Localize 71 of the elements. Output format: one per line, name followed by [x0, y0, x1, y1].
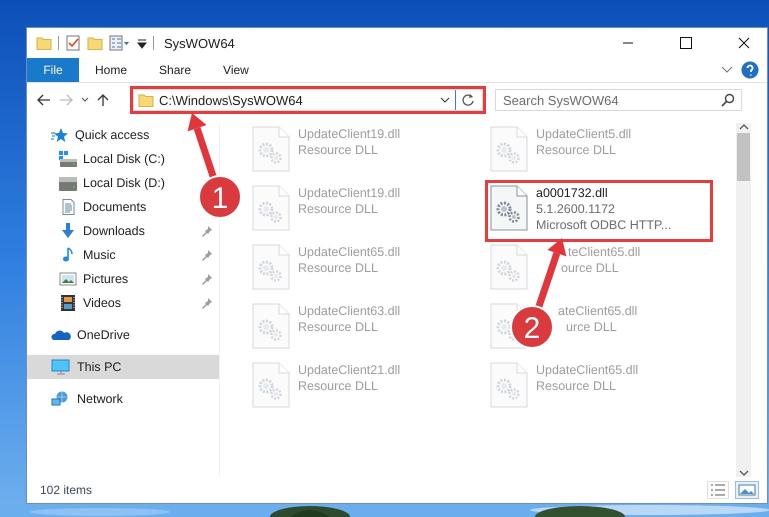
scroll-down-icon[interactable] [738, 469, 748, 477]
details-view-icon[interactable] [707, 481, 729, 499]
network-icon [51, 391, 71, 407]
download-arrow-icon [59, 223, 77, 239]
file-name: UpdateClient19.dll [298, 126, 400, 142]
back-arrow-icon[interactable] [37, 94, 51, 106]
picture-frame-icon [59, 271, 77, 287]
maximize-icon[interactable] [680, 37, 692, 49]
nav-item[interactable]: Network [77, 392, 123, 406]
ribbon-expand-icon[interactable] [721, 66, 733, 74]
selected-file-item[interactable]: a0001732.dll 5.1.2600.1172 Microsoft ODBC HTTP... [488, 183, 710, 239]
step-badge: 1 [198, 175, 242, 219]
step-badge: 2 [510, 305, 554, 349]
search-icon[interactable] [721, 93, 735, 107]
file-name: UpdateClient5.dll [536, 126, 632, 142]
file-name: ateClient65.dll [558, 303, 638, 319]
file-detail: Microsoft ODBC HTTP... [536, 217, 672, 233]
ribbon-tab[interactable]: View [207, 58, 265, 82]
dropdown-caret-icon[interactable] [440, 97, 450, 103]
monitor-icon [51, 359, 71, 375]
address-field[interactable]: C:\Windows\SysWOW64 [133, 89, 483, 111]
drive-icon [59, 175, 77, 191]
customize-caret-icon[interactable] [137, 37, 147, 49]
file-detail: Resource DLL [298, 201, 378, 217]
item-count: 102 items [40, 483, 94, 497]
star-icon [51, 127, 69, 143]
file-name: UpdateClient63.dll [298, 303, 400, 319]
nav-item[interactable]: OneDrive [77, 328, 130, 342]
folder-icon [138, 93, 154, 107]
refresh-icon[interactable] [461, 93, 475, 107]
drive-icon [59, 151, 77, 167]
file-name: UpdateClient65.dll [536, 362, 638, 378]
nav-item[interactable]: Quick access [75, 128, 150, 142]
file-name: teClient65.dll [568, 244, 640, 260]
nav-item[interactable]: Local Disk (C:) [83, 152, 165, 166]
view-options-icon[interactable] [109, 35, 131, 51]
ribbon-tab[interactable]: Home [79, 58, 144, 82]
file-detail: Resource DLL [536, 142, 616, 158]
file-name: UpdateClient65.dll [298, 244, 400, 260]
nav-item[interactable]: Downloads [83, 224, 145, 238]
search-field[interactable]: Search SysWOW64 [495, 89, 742, 111]
file-detail: Resource DLL [298, 260, 378, 276]
window-title: SysWOW64 [164, 36, 236, 50]
file-detail: Resource DLL [298, 378, 378, 394]
file-menu-button[interactable]: File [27, 58, 79, 82]
selected-nav-item[interactable]: This PC [27, 355, 219, 379]
file-detail: Resource DLL [298, 319, 378, 335]
nav-item[interactable]: Videos [83, 296, 121, 310]
file-detail: Resource DLL [298, 142, 378, 158]
scroll-up-icon[interactable] [738, 123, 748, 131]
nav-item[interactable]: Pictures [83, 272, 128, 286]
ribbon-tab[interactable]: Share [143, 58, 208, 82]
file-name: a0001732.dll [536, 185, 608, 201]
recent-caret-icon[interactable] [81, 97, 89, 103]
file-detail: ource DLL [561, 260, 619, 276]
nav-item[interactable]: Local Disk (D:) [83, 176, 165, 190]
scrollbar[interactable] [736, 123, 751, 477]
checklist-icon[interactable] [65, 35, 81, 51]
close-icon[interactable] [738, 37, 750, 49]
nav-item[interactable]: Music [83, 248, 116, 262]
file-detail: 5.1.2600.1172 [536, 201, 616, 217]
file-name: UpdateClient21.dll [298, 362, 400, 378]
large-icons-view-icon[interactable] [735, 481, 759, 499]
file-detail: urce DLL [566, 319, 617, 335]
file-name: UpdateClient19.dll [298, 185, 400, 201]
nav-item[interactable]: Documents [83, 200, 146, 214]
up-arrow-icon[interactable] [97, 93, 109, 107]
film-icon [59, 295, 77, 311]
help-icon[interactable] [741, 61, 759, 79]
file-detail: Resource DLL [536, 378, 616, 394]
scroll-thumb[interactable] [737, 133, 750, 181]
